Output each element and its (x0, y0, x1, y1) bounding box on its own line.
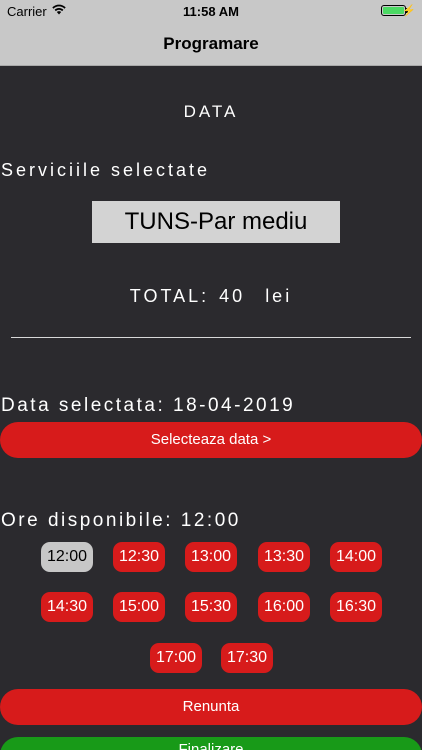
total-title: TOTAL: (129, 286, 210, 306)
data-heading: DATA (183, 102, 239, 121)
time-slot-1600[interactable]: 16:00 (258, 592, 310, 622)
total-currency: lei (265, 286, 293, 306)
clock-label: 11:58 AM (183, 4, 239, 19)
total-label: TOTAL: 40 lei (0, 286, 422, 307)
charging-icon: ⚡ (402, 5, 416, 17)
time-slot-1230[interactable]: 12:30 (113, 542, 165, 572)
time-slot-1330[interactable]: 13:30 (258, 542, 310, 572)
page-title: Programare (163, 34, 259, 53)
selected-service-box: TUNS-Par mediu (92, 201, 340, 243)
navigation-bar: Programare (0, 22, 422, 66)
cancel-button[interactable]: Renunta (0, 689, 422, 725)
time-slot-1400[interactable]: 14:00 (330, 542, 382, 572)
services-label: Serviciile selectate (1, 160, 211, 180)
divider (11, 337, 411, 338)
time-slot-1630[interactable]: 16:30 (330, 592, 382, 622)
available-hours-label: Ore disponibile: 12:00 (1, 510, 241, 531)
time-slot-1430[interactable]: 14:30 (41, 592, 93, 622)
time-slot-1300[interactable]: 13:00 (185, 542, 237, 572)
time-slot-1730[interactable]: 17:30 (221, 643, 273, 673)
selected-date-label: Data selectata: 18-04-2019 (1, 395, 296, 416)
status-bar: Carrier 11:58 AM ⚡ (0, 0, 422, 22)
finish-button[interactable]: Finalizare (0, 737, 422, 750)
time-slot-1700[interactable]: 17:00 (150, 643, 202, 673)
time-slot-1200[interactable]: 12:00 (41, 542, 93, 572)
time-slot-1500[interactable]: 15:00 (113, 592, 165, 622)
select-date-button[interactable]: Selecteaza data > (0, 422, 422, 458)
time-slot-1530[interactable]: 15:30 (185, 592, 237, 622)
total-value: 40 (219, 286, 246, 306)
